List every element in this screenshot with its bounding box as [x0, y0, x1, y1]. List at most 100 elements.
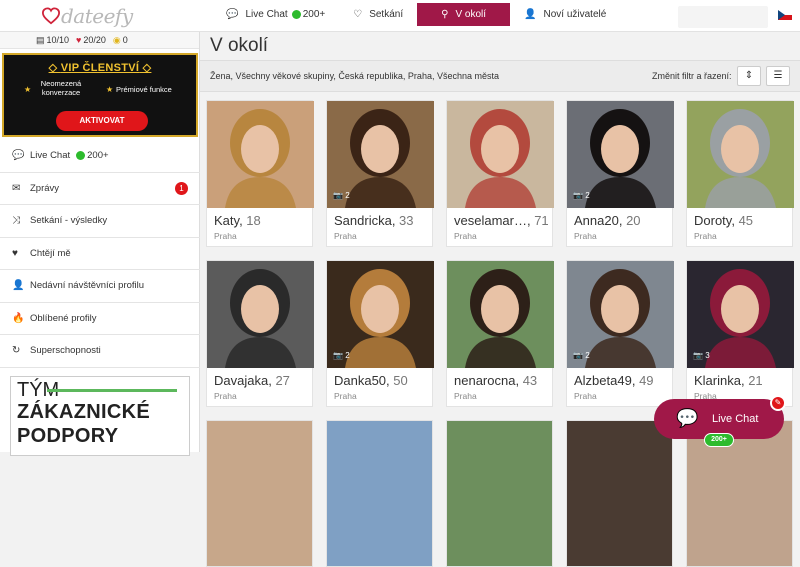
- profile-card[interactable]: Davajaka, 27 Praha: [206, 260, 314, 407]
- profile-card[interactable]: 📷 3 Klarinka, 21 Praha: [686, 260, 794, 407]
- activate-vip-button[interactable]: AKTIVOVAT: [56, 111, 148, 131]
- profile-name-text: Doroty: [694, 213, 732, 228]
- sidebar-item-label: Chtějí mě: [30, 247, 71, 259]
- profile-card-partial[interactable]: [206, 420, 313, 567]
- profile-city: Praha: [214, 231, 237, 241]
- logo[interactable]: dateefy: [41, 4, 133, 28]
- online-dot-icon: [291, 10, 301, 19]
- profile-card-partial[interactable]: [566, 420, 673, 567]
- profile-card-partial[interactable]: [686, 420, 793, 567]
- profile-card[interactable]: veselamar…, 71 Praha: [446, 100, 554, 247]
- heart-logo-icon: [41, 7, 61, 25]
- sidebar-item-meetings-results[interactable]: ⤨ Setkání - výsledky: [0, 205, 200, 238]
- profile-age: 45: [738, 213, 754, 228]
- support-line-3: PODPORY: [17, 425, 119, 447]
- profile-photo[interactable]: [447, 101, 554, 208]
- profile-name[interactable]: Katy, 18: [214, 213, 261, 228]
- sidebar-item-want-me[interactable]: ♥ Chtějí mě: [0, 238, 200, 270]
- profile-name[interactable]: Alzbeta49, 49: [574, 373, 654, 388]
- profile-card[interactable]: Katy, 18 Praha: [206, 100, 314, 247]
- profile-age: 43: [522, 373, 538, 388]
- profile-card-partial[interactable]: [326, 420, 433, 567]
- profile-card[interactable]: Doroty, 45 Praha: [686, 100, 794, 247]
- profile-name[interactable]: veselamar…, 71: [454, 213, 549, 228]
- card-icon: ▤: [36, 34, 45, 45]
- profile-city: Praha: [214, 391, 237, 401]
- sidebar: ▤ 10/10 ♥ 20/20 ◉ 0 ◇ VIP ČLENSTVÍ ◇ ★ Neom…: [0, 32, 200, 456]
- flame-icon: 🔥: [12, 312, 25, 324]
- profile-name[interactable]: Anna20, 20: [574, 213, 641, 228]
- camera-icon: 📷: [573, 351, 583, 360]
- sidebar-item-label: Superschopnosti: [30, 345, 101, 357]
- sidebar-item-superpowers[interactable]: ↻ Superschopnosti: [0, 335, 200, 368]
- profile-city: Praha: [334, 391, 357, 401]
- credits-bar: ▤ 10/10 ♥ 20/20 ◉ 0: [0, 32, 199, 49]
- shuffle-icon: ⤨: [12, 215, 20, 227]
- live-chat-button[interactable]: 💬 Live Chat ✎ 200+: [654, 395, 786, 447]
- sidebar-item-favorites[interactable]: 🔥 Oblíbené profily: [0, 303, 200, 335]
- account-area[interactable]: [678, 6, 768, 28]
- vip-feature-2: Prémiové funkce: [116, 85, 172, 94]
- sidebar-item-label: Oblíbené profily: [30, 312, 97, 324]
- profile-card[interactable]: 📷 2 Sandricka, 33 Praha: [326, 100, 434, 247]
- profile-age: 50: [393, 373, 408, 388]
- topnav-v-okoli-label: V okolí: [455, 9, 487, 20]
- topnav-setkani[interactable]: ♡ Setkání: [339, 3, 417, 26]
- camera-icon: 📷: [333, 351, 343, 360]
- live-chat-count: 200+: [704, 433, 734, 447]
- profile-name[interactable]: Doroty, 45: [694, 213, 753, 228]
- vip-banner[interactable]: ◇ VIP ČLENSTVÍ ◇ ★ Neomezená konverzace …: [2, 53, 198, 137]
- profile-card[interactable]: 📷 2 Alzbeta49, 49 Praha: [566, 260, 674, 407]
- photo-count: 📷 2: [333, 351, 350, 360]
- profile-photo[interactable]: [447, 261, 554, 368]
- filter-bar: Žena, Všechny věkové skupiny, Česká repu…: [200, 60, 800, 92]
- profile-name[interactable]: Klarinka, 21: [694, 373, 763, 388]
- czech-flag-icon[interactable]: [778, 10, 792, 20]
- profile-name[interactable]: nenarocna, 43: [454, 373, 537, 388]
- topnav-live-chat-label: Live Chat: [245, 9, 288, 20]
- profile-name[interactable]: Danka50, 50: [334, 373, 408, 388]
- heart-outline-icon: ♡: [353, 9, 363, 20]
- profile-photo[interactable]: [207, 101, 314, 208]
- profile-card[interactable]: 📷 2 Anna20, 20 Praha: [566, 100, 674, 247]
- change-filter-label: Změnit filtr a řazení:: [652, 71, 732, 81]
- profile-card-partial[interactable]: [446, 420, 553, 567]
- profile-name-text: veselamar…: [454, 213, 527, 228]
- topnav-v-okoli[interactable]: ⚲ V okolí: [417, 3, 511, 26]
- sidebar-item-live-chat[interactable]: 💬 Live Chat 200+: [0, 140, 200, 173]
- customer-support-banner[interactable]: TÝM ZÁKAZNICKÉ PODPORY: [10, 376, 190, 456]
- camera-icon: 📷: [333, 191, 343, 200]
- sort-button[interactable]: ⇕: [737, 66, 761, 86]
- profile-photo[interactable]: [207, 261, 314, 368]
- profile-city: Praha: [574, 231, 597, 241]
- topnav-setkani-label: Setkání: [369, 9, 404, 20]
- profile-card[interactable]: 📷 2 Danka50, 50 Praha: [326, 260, 434, 407]
- sidebar-item-label: Nedávní návštěvníci profilu: [30, 280, 145, 292]
- profile-name-text: Sandricka: [334, 213, 392, 228]
- sidebar-item-messages[interactable]: ✉ Zprávy 1: [0, 173, 200, 205]
- sidebar-item-count: 200+: [87, 150, 109, 162]
- profile-photo[interactable]: [687, 101, 794, 208]
- sidebar-item-label: Setkání - výsledky: [30, 215, 108, 227]
- chat-bubbles-icon: 💬: [676, 408, 699, 428]
- live-chat-label: Live Chat: [712, 413, 759, 425]
- vip-title: ◇ VIP ČLENSTVÍ ◇: [48, 62, 152, 74]
- profile-card[interactable]: nenarocna, 43 Praha: [446, 260, 554, 407]
- top-bar: dateefy 💬 Live Chat 200+ ♡ Setkání ⚲ V o…: [0, 0, 800, 32]
- profile-age: 49: [639, 373, 654, 388]
- profile-city: Praha: [334, 231, 357, 241]
- likes-credit-value: 20/20: [83, 35, 106, 45]
- topnav-new-users[interactable]: 👤 Noví uživatelé: [510, 3, 620, 26]
- filter-button[interactable]: ☰: [766, 66, 790, 86]
- profile-age: 21: [748, 373, 763, 388]
- profile-city: Praha: [574, 391, 597, 401]
- profile-city: Praha: [454, 231, 477, 241]
- pencil-icon[interactable]: ✎: [770, 395, 786, 411]
- topnav-live-chat-count: 200+: [302, 9, 326, 20]
- topnav-live-chat[interactable]: 💬 Live Chat 200+: [212, 3, 339, 26]
- profile-age: 18: [246, 213, 261, 228]
- user-icon: 👤: [524, 9, 537, 20]
- sidebar-item-recent-visitors[interactable]: 👤 Nedávní návštěvníci profilu: [0, 270, 200, 303]
- profile-name[interactable]: Davajaka, 27: [214, 373, 290, 388]
- profile-name[interactable]: Sandricka, 33: [334, 213, 414, 228]
